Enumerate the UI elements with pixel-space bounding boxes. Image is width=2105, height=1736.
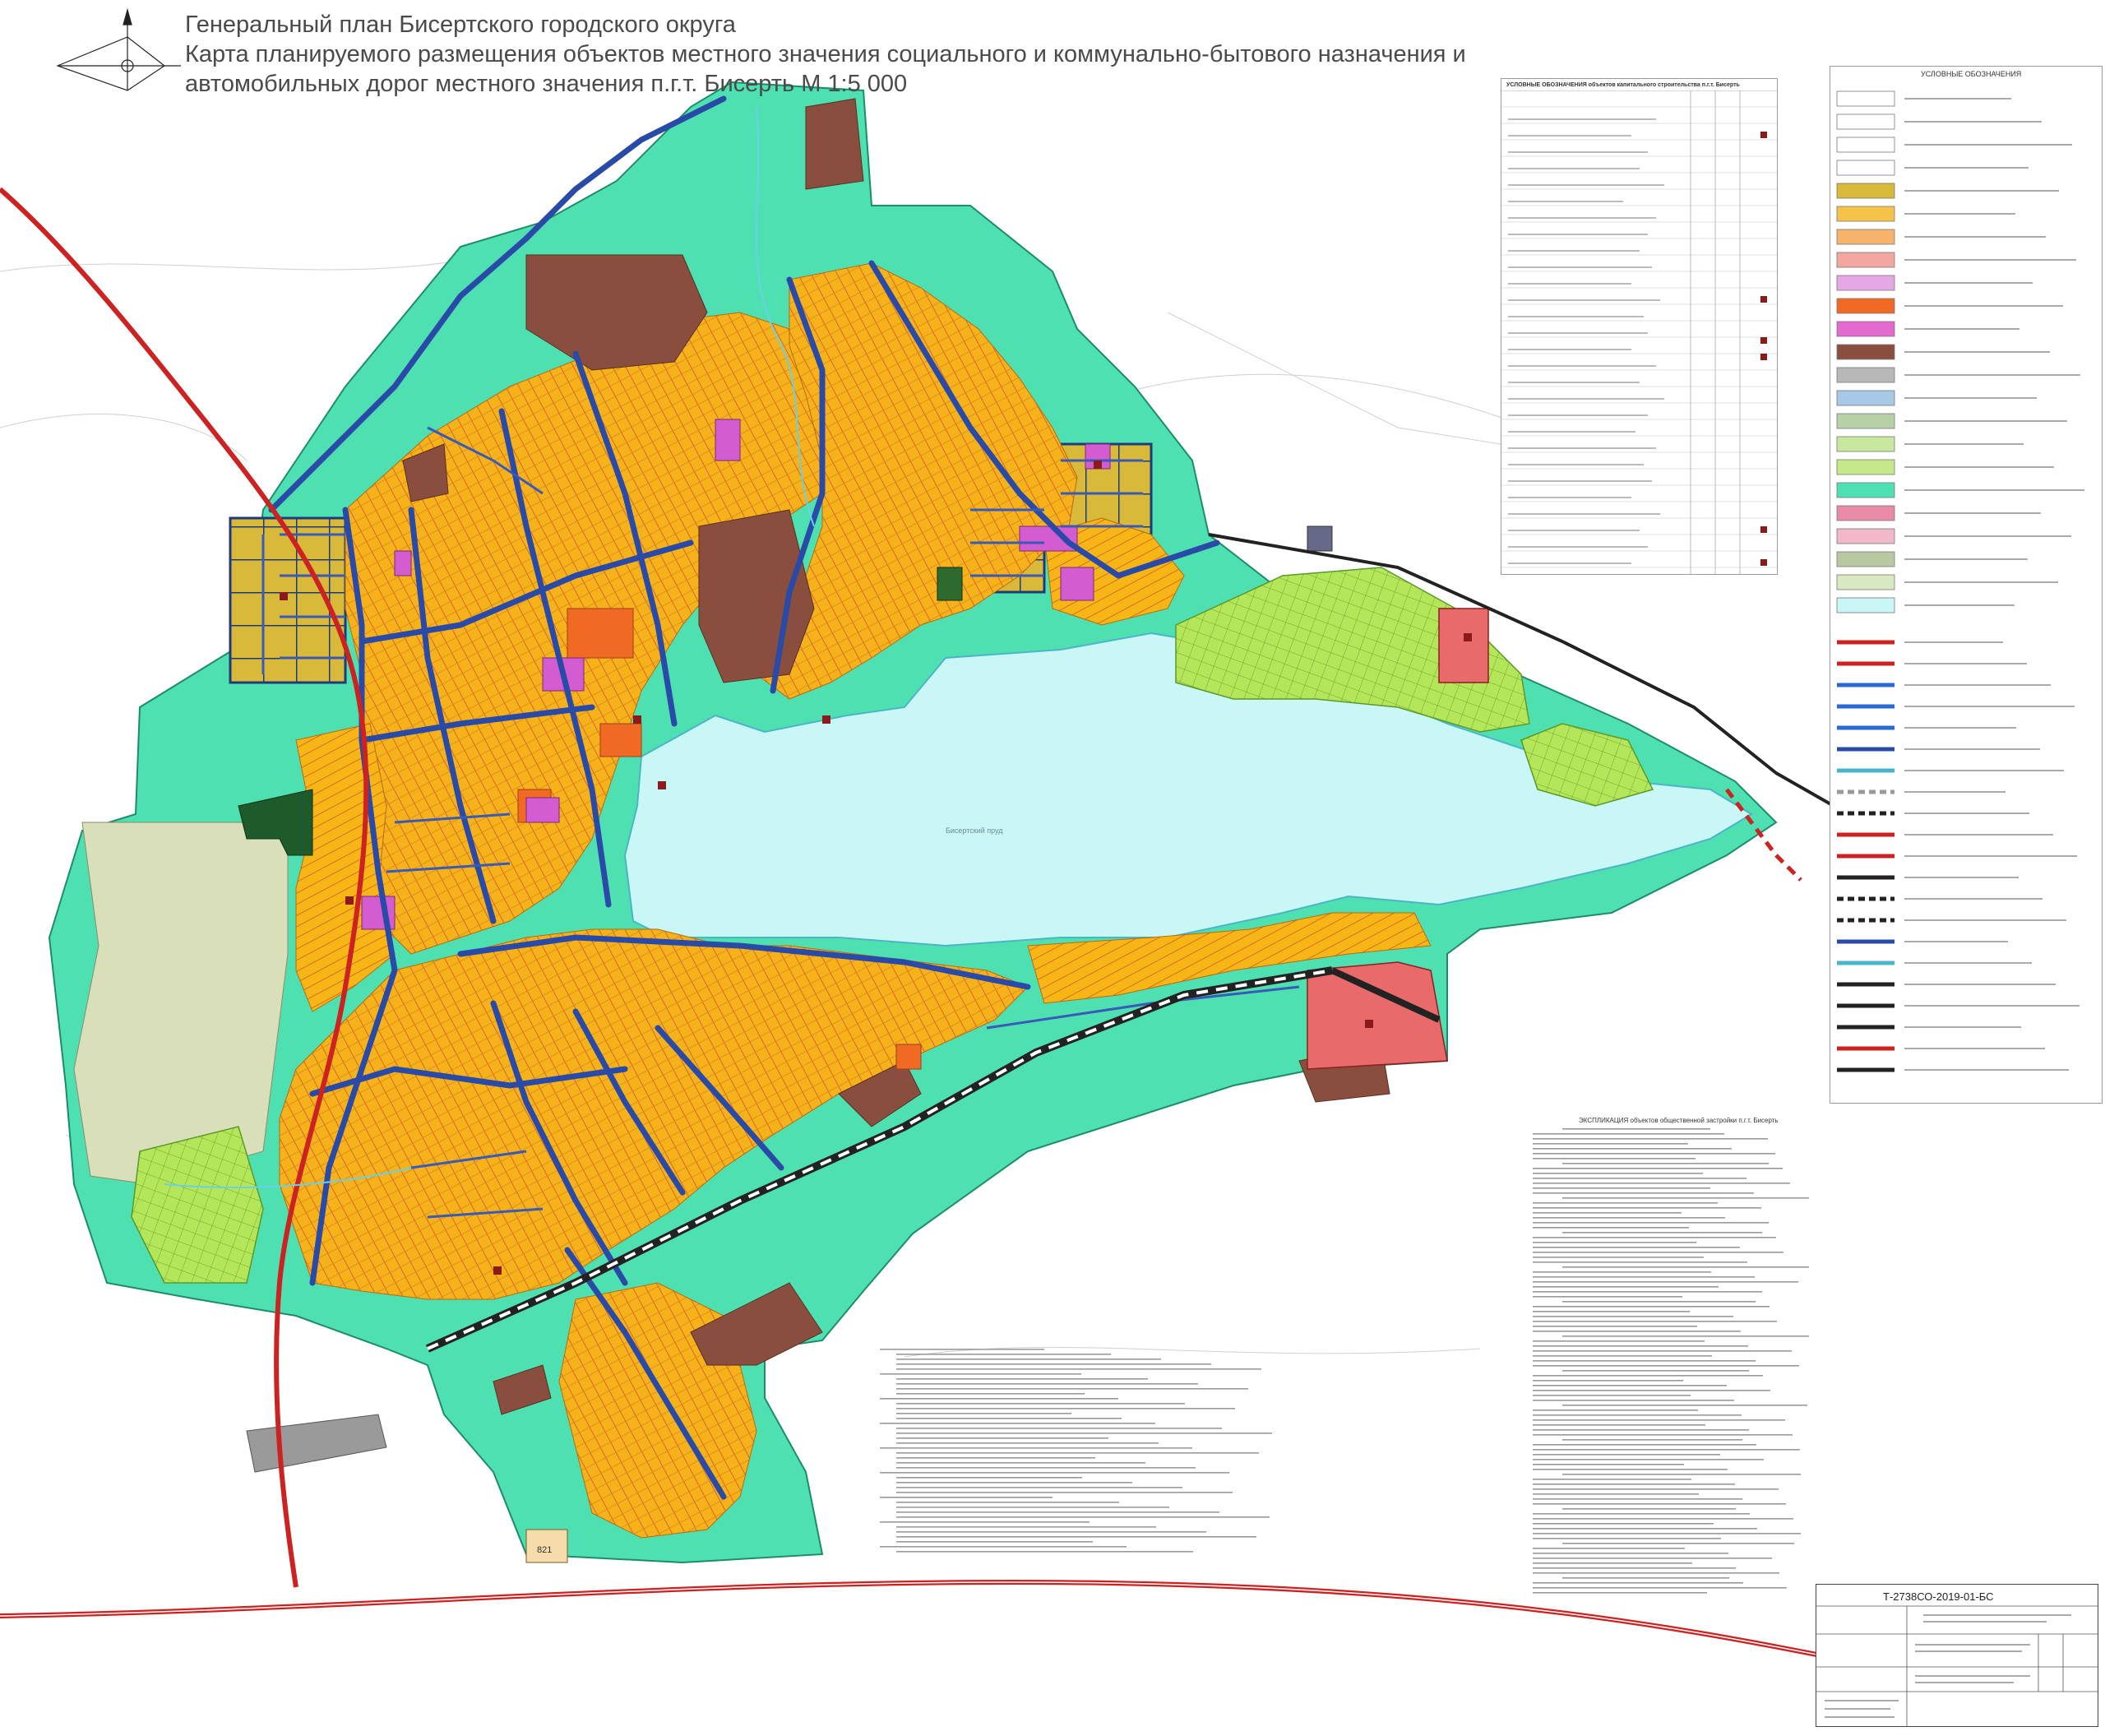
map-subtitle: Карта планируемого размещения объектов м… xyxy=(185,41,1466,67)
zone-swatch xyxy=(1836,482,1895,498)
map-title: Генеральный план Бисертского городского … xyxy=(185,12,736,38)
map-subtitle-scale: автомобильных дорог местного значения п.… xyxy=(185,71,908,97)
zone-swatch xyxy=(1836,298,1895,314)
legend-zones-heading: УСЛОВНЫЕ ОБОЗНАЧЕНИЯ xyxy=(1921,70,2022,78)
zone-swatch xyxy=(1836,321,1895,337)
zone-swatch xyxy=(1836,90,1895,107)
explication-block: ЭКСПЛИКАЦИЯ объектов общественной застро… xyxy=(1529,1117,1809,1602)
gravel-zone xyxy=(246,1414,387,1473)
zone-swatch xyxy=(1836,206,1895,222)
zone-swatch xyxy=(1836,137,1895,153)
zone-swatch xyxy=(1836,597,1895,613)
zone-swatch xyxy=(1836,551,1895,567)
zone-swatch xyxy=(1836,252,1895,268)
zone-swatch xyxy=(1836,505,1895,521)
zone-swatch xyxy=(1836,413,1895,429)
legend-zones-swatches xyxy=(1836,90,2084,1072)
explication-heading: ЭКСПЛИКАЦИЯ объектов общественной застро… xyxy=(1579,1117,1779,1124)
enterprise-list xyxy=(855,1349,1505,1562)
legend-objects-rows xyxy=(1501,90,1777,574)
zone-swatch xyxy=(1836,275,1895,291)
cemetery-zone xyxy=(937,567,963,601)
special-zone-east xyxy=(1438,608,1489,683)
map-sheet: Бисертский пруд 821 Генеральный план Бис… xyxy=(0,0,2105,1732)
explication-lines xyxy=(1533,1128,1809,1594)
compass-rose-icon xyxy=(56,7,181,91)
zone-swatch xyxy=(1836,229,1895,245)
zone-swatch xyxy=(1836,459,1895,475)
plot-821-label: 821 xyxy=(537,1545,552,1555)
zone-swatch xyxy=(1836,344,1895,360)
legend-zones: УСЛОВНЫЕ ОБОЗНАЧЕНИЯ xyxy=(1830,66,2103,1104)
zone-swatch xyxy=(1836,574,1895,590)
enterprise-list-lines xyxy=(880,1349,1272,1553)
title-stamp-grid xyxy=(1816,1605,2098,1726)
zone-swatch xyxy=(1836,160,1895,176)
zone-swatch xyxy=(1836,528,1895,544)
agri-area-west xyxy=(73,822,289,1185)
drawing-code: Т-2738СО-2019-01-БС xyxy=(1883,1590,1994,1603)
gravel-zone-2 xyxy=(1307,525,1333,552)
legend-objects-heading: УСЛОВНЫЕ ОБОЗНАЧЕНИЯ объектов капитально… xyxy=(1506,82,1740,88)
zone-swatch xyxy=(1836,436,1895,452)
title-stamp xyxy=(1816,1584,2098,1727)
zone-swatch xyxy=(1836,367,1895,383)
lake-label: Бисертский пруд xyxy=(946,826,1003,835)
legend-objects-table: УСЛОВНЫЕ ОБОЗНАЧЕНИЯ объектов капитально… xyxy=(1501,78,1778,575)
zone-swatch xyxy=(1836,183,1895,199)
zone-swatch xyxy=(1836,113,1895,130)
zone-swatch xyxy=(1836,390,1895,406)
